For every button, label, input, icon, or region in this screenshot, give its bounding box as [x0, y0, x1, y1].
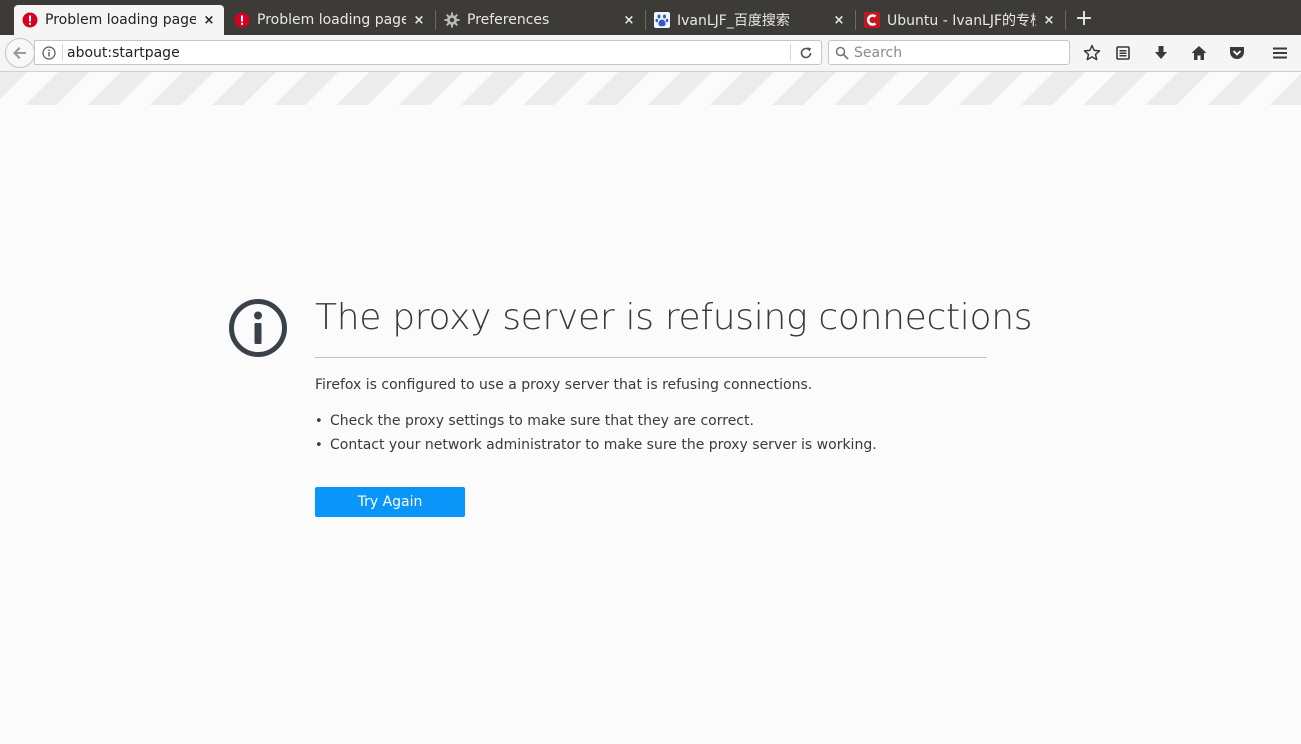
try-again-button[interactable]: Try Again: [315, 487, 465, 517]
tab-title: Problem loading page: [45, 12, 196, 28]
home-icon: [1191, 46, 1207, 60]
close-icon[interactable]: ×: [622, 13, 636, 28]
error-icon: [234, 12, 250, 28]
gear-icon: [444, 12, 460, 28]
tab-title: Ubuntu - IvanLJF的专栏: [887, 13, 1036, 29]
hamburger-menu-icon: [1273, 47, 1287, 59]
info-circle-icon: [229, 299, 287, 357]
tab-csdn-ubuntu[interactable]: Ubuntu - IvanLJF的专栏 ×: [856, 5, 1064, 35]
bookmark-star-button[interactable]: [1079, 40, 1105, 66]
close-icon[interactable]: ×: [412, 13, 426, 28]
pocket-icon: [1230, 47, 1244, 59]
baidu-icon: [654, 12, 670, 28]
reload-icon[interactable]: [791, 41, 821, 64]
pocket-button[interactable]: [1224, 40, 1250, 66]
csdn-icon: [864, 12, 880, 28]
list-item: • Check the proxy settings to make sure t…: [315, 409, 877, 433]
tab-strip: Problem loading page × Problem loading p…: [0, 0, 1301, 35]
error-description: Firefox is configured to use a proxy ser…: [315, 377, 813, 393]
tab-title: Problem loading page: [257, 12, 406, 28]
error-stripe-band: [0, 72, 1301, 105]
new-tab-button[interactable]: +: [1072, 5, 1096, 31]
tab-separator: [1065, 10, 1066, 30]
info-icon[interactable]: [41, 45, 57, 61]
close-icon[interactable]: ×: [832, 13, 846, 28]
title-divider: [315, 357, 987, 358]
home-button[interactable]: [1186, 40, 1212, 66]
list-item: • Contact your network administrator to m…: [315, 433, 877, 457]
error-suggestions: • Check the proxy settings to make sure t…: [315, 409, 877, 457]
tab-preferences[interactable]: Preferences ×: [436, 5, 644, 35]
navigation-toolbar: about:startpage: [0, 35, 1301, 72]
download-arrow-icon: [1155, 46, 1167, 59]
back-arrow-icon: [13, 47, 26, 59]
search-input[interactable]: [854, 44, 1054, 61]
tab-problem-loading-1[interactable]: Problem loading page ×: [14, 5, 224, 35]
search-bar[interactable]: [828, 40, 1070, 65]
url-bar[interactable]: about:startpage: [34, 40, 822, 65]
tab-problem-loading-2[interactable]: Problem loading page ×: [226, 5, 434, 35]
bookmarks-list-icon: [1116, 46, 1130, 60]
star-icon: [1083, 44, 1101, 61]
url-text[interactable]: about:startpage: [67, 45, 790, 61]
close-icon[interactable]: ×: [1042, 13, 1056, 28]
bullet: •: [315, 437, 323, 453]
back-button[interactable]: [5, 38, 35, 68]
tab-baidu-search[interactable]: IvanLJF_百度搜索 ×: [646, 5, 854, 35]
error-title: The proxy server is refusing connections: [315, 297, 1033, 338]
bookmarks-menu-button[interactable]: [1110, 40, 1136, 66]
close-icon[interactable]: ×: [202, 13, 216, 28]
suggestion-text: Contact your network administrator to ma…: [330, 437, 877, 453]
tab-title: Preferences: [467, 12, 550, 28]
tab-title: IvanLJF_百度搜索: [677, 13, 790, 29]
menu-button[interactable]: [1267, 40, 1293, 66]
url-separator: [62, 44, 63, 61]
bullet: •: [315, 413, 323, 429]
error-icon: [22, 12, 38, 28]
downloads-button[interactable]: [1148, 40, 1174, 66]
suggestion-text: Check the proxy settings to make sure th…: [330, 413, 754, 429]
search-icon: [834, 45, 850, 61]
